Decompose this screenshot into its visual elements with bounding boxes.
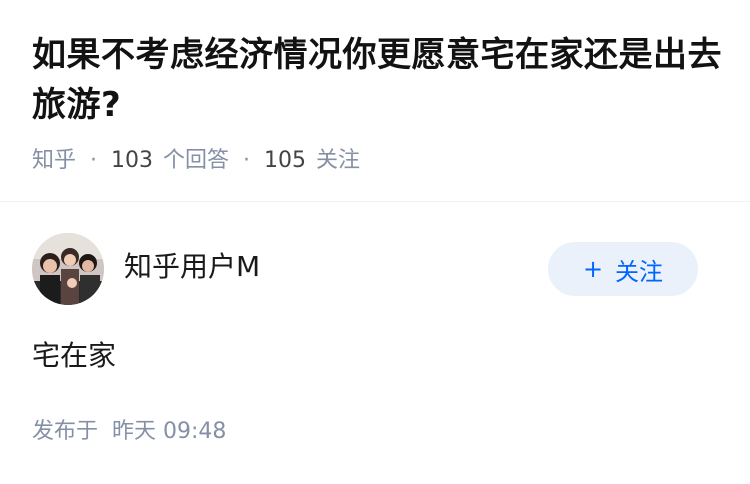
follow-button[interactable]: + 关注	[548, 242, 698, 296]
source-label[interactable]: 知乎	[32, 146, 76, 176]
question-page: 如果不考虑经济情况你更愿意宅在家还是出去旅游? 知乎 · 103 个回答 · 1…	[0, 0, 750, 484]
publish-time: 昨天 09:48	[112, 419, 227, 444]
section-divider	[0, 201, 750, 202]
plus-icon: +	[582, 255, 604, 283]
avatar[interactable]	[32, 233, 104, 305]
follow-count: 105	[264, 148, 307, 173]
separator-dot: ·	[243, 148, 251, 173]
answer-card: 知乎用户M + 关注 宅在家 发布于 昨天 09:48	[32, 233, 722, 473]
follow-count-label: 关注	[316, 148, 361, 173]
question-title[interactable]: 如果不考虑经济情况你更愿意宅在家还是出去旅游?	[32, 30, 722, 130]
author-row: 知乎用户M + 关注	[32, 233, 722, 309]
question-meta: 知乎 · 103 个回答 · 105 关注	[32, 146, 722, 176]
author-name[interactable]: 知乎用户M	[124, 249, 260, 285]
answer-count: 103	[111, 148, 154, 173]
answer-count-label: 个回答	[163, 148, 230, 173]
question-header: 如果不考虑经济情况你更愿意宅在家还是出去旅游? 知乎 · 103 个回答 · 1…	[32, 30, 722, 176]
answer-content[interactable]: 宅在家	[32, 337, 116, 375]
publish-label: 发布于	[32, 419, 99, 444]
follow-button-label: 关注	[615, 257, 664, 286]
avatar-photo-icon	[32, 233, 104, 305]
answer-timestamp: 发布于 昨天 09:48	[32, 417, 226, 447]
separator-dot: ·	[90, 148, 98, 173]
